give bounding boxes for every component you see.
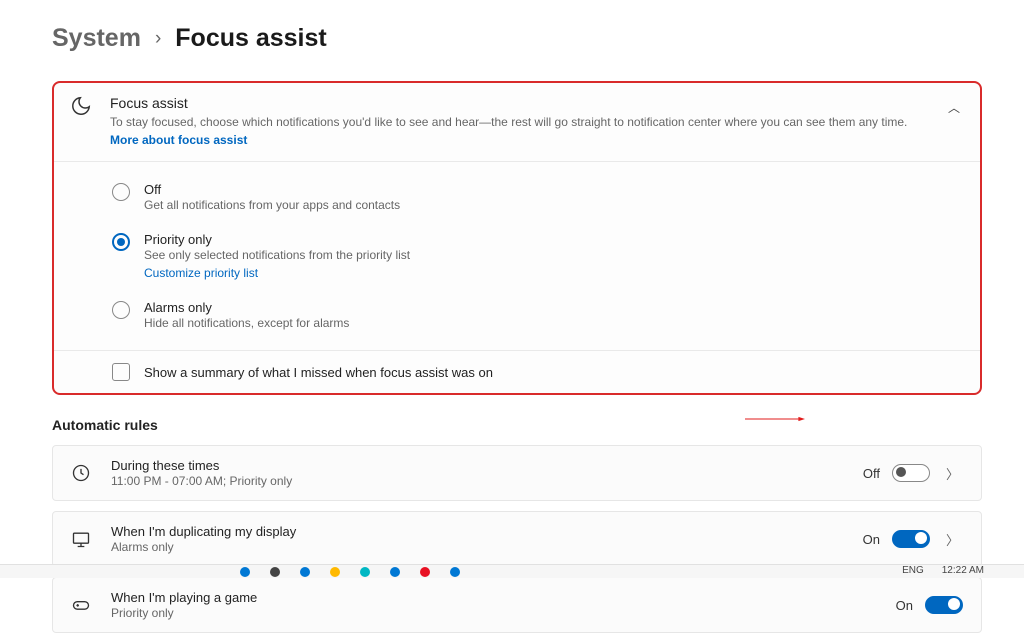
page-title: Focus assist	[175, 24, 326, 53]
taskbar: ENG 12:22 AM	[0, 564, 1024, 578]
rule-during-times[interactable]: During these times 11:00 PM - 07:00 AM; …	[52, 445, 982, 501]
radio-priority[interactable]	[112, 233, 130, 251]
rule-times-toggle[interactable]	[892, 464, 930, 482]
taskbar-app-icon[interactable]	[270, 567, 280, 577]
radio-alarms[interactable]	[112, 301, 130, 319]
rule-game-toggle[interactable]	[925, 596, 963, 614]
taskbar-time[interactable]: 12:22 AM	[942, 565, 984, 576]
rule-times-desc: 11:00 PM - 07:00 AM; Priority only	[111, 474, 843, 488]
automatic-rules-heading: Automatic rules	[52, 417, 1000, 433]
clock-icon	[71, 463, 91, 483]
more-about-link[interactable]: More about focus assist	[110, 133, 247, 147]
radio-off[interactable]	[112, 183, 130, 201]
breadcrumb-system[interactable]: System	[52, 24, 141, 53]
rule-duplicating-display[interactable]: When I'm duplicating my display Alarms o…	[52, 511, 982, 567]
rule-game-desc: Priority only	[111, 606, 876, 620]
focus-assist-header[interactable]: Focus assist To stay focused, choose whi…	[54, 83, 980, 161]
show-summary-checkbox[interactable]	[112, 363, 130, 381]
breadcrumb: System › Focus assist	[52, 24, 1000, 53]
rule-display-desc: Alarms only	[111, 540, 843, 554]
taskbar-app-icon[interactable]	[330, 567, 340, 577]
focus-assist-panel: Focus assist To stay focused, choose whi…	[52, 81, 982, 395]
focus-assist-title: Focus assist	[110, 95, 926, 111]
monitor-icon	[71, 529, 91, 549]
focus-options: Off Get all notifications from your apps…	[54, 161, 980, 350]
option-off[interactable]: Off Get all notifications from your apps…	[112, 172, 964, 222]
taskbar-apps[interactable]	[240, 565, 460, 577]
rule-times-state: Off	[863, 466, 880, 481]
show-summary-label: Show a summary of what I missed when foc…	[144, 365, 493, 380]
chevron-right-icon[interactable]: 〉	[942, 528, 963, 551]
option-priority-title: Priority only	[144, 232, 410, 247]
taskbar-lang[interactable]: ENG	[902, 565, 924, 576]
rule-times-title: During these times	[111, 458, 843, 473]
settings-page: System › Focus assist Focus assist To st…	[0, 0, 1024, 633]
chevron-up-icon[interactable]: ︿	[944, 95, 964, 120]
taskbar-app-icon[interactable]	[360, 567, 370, 577]
rule-display-title: When I'm duplicating my display	[111, 524, 843, 539]
taskbar-app-icon[interactable]	[300, 567, 310, 577]
moon-icon	[70, 95, 92, 117]
taskbar-app-icon[interactable]	[240, 567, 250, 577]
gamepad-icon	[71, 595, 91, 615]
taskbar-app-icon[interactable]	[420, 567, 430, 577]
rule-game-title: When I'm playing a game	[111, 590, 876, 605]
option-off-desc: Get all notifications from your apps and…	[144, 198, 400, 212]
taskbar-app-icon[interactable]	[450, 567, 460, 577]
chevron-right-icon[interactable]: 〉	[942, 462, 963, 485]
focus-assist-desc: To stay focused, choose which notificati…	[110, 115, 907, 129]
chevron-right-icon: ›	[155, 28, 161, 50]
option-priority-desc: See only selected notifications from the…	[144, 248, 410, 262]
show-summary-row[interactable]: Show a summary of what I missed when foc…	[54, 350, 980, 393]
rule-display-state: On	[863, 532, 880, 547]
option-priority-only[interactable]: Priority only See only selected notifica…	[112, 222, 964, 290]
option-off-title: Off	[144, 182, 400, 197]
taskbar-app-icon[interactable]	[390, 567, 400, 577]
option-alarms-title: Alarms only	[144, 300, 349, 315]
rule-game-state: On	[896, 598, 913, 613]
customize-priority-link[interactable]: Customize priority list	[144, 266, 410, 280]
rule-display-toggle[interactable]	[892, 530, 930, 548]
option-alarms-desc: Hide all notifications, except for alarm…	[144, 316, 349, 330]
option-alarms-only[interactable]: Alarms only Hide all notifications, exce…	[112, 290, 964, 340]
rule-playing-game[interactable]: When I'm playing a game Priority only On	[52, 577, 982, 633]
